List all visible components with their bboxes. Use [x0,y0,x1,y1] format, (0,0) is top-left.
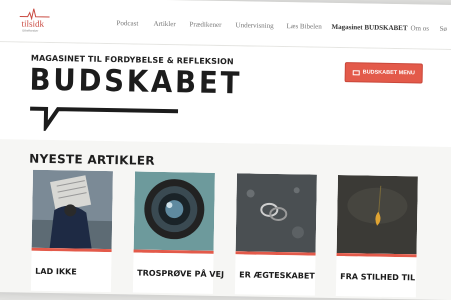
site-logo[interactable]: tilsidk Bibelforsker [19,6,50,35]
card-body: TROSPRØVE PÅ VEJ [132,252,224,294]
logo-wordmark: tilsidk [21,18,45,29]
logo-subtitle: Bibelforsker [22,28,39,33]
article-card[interactable]: ER ÆGTESKABET [234,173,317,296]
magazine-hero: MAGASINET TIL FORDYBELSE & REFLEKSION BU… [0,41,451,148]
card-body: ER ÆGTESKABET [234,254,316,296]
budskabet-menu-button[interactable]: BUDSKABET MENU [344,62,423,84]
article-title[interactable]: ER ÆGTESKABET [239,270,315,280]
nav-item-om-os[interactable]: Om os [410,24,429,32]
article-card[interactable]: TROSPRØVE PÅ VEJ [132,171,224,294]
article-image-rings[interactable] [235,173,317,253]
speech-bubble-underline-icon [30,106,179,134]
nav-item-artikler[interactable]: Artikler [153,20,175,28]
article-card[interactable]: LAD IKKE [30,169,113,293]
magazine-title: BUDSKABET [29,62,243,102]
nav-item-laes-bibelen[interactable]: Læs Bibelen [286,22,321,31]
article-title[interactable]: TROSPRØVE PÅ VEJ [137,269,224,280]
card-body: FRA STILHED TIL [335,256,417,298]
card-body: LAD IKKE [30,250,112,293]
article-image-camera-lens[interactable] [133,171,215,251]
nav-item-undervisning[interactable]: Undervisning [235,21,273,30]
nav-item-podcast[interactable]: Podcast [116,19,138,27]
menu-button-label: BUDSKABET MENU [362,69,415,77]
nav-item-soeg[interactable]: Sø [439,25,447,33]
article-card[interactable]: FRA STILHED TIL [335,175,418,298]
nav-item-praedikener[interactable]: Prædikener [189,20,221,29]
section-title: NYESTE ARTIKLER [29,151,155,168]
article-image-reader[interactable] [31,169,113,250]
article-title[interactable]: FRA STILHED TIL [340,272,415,282]
page: tilsidk Bibelforsker Podcast Artikler Pr… [0,0,451,300]
menu-icon [352,69,360,75]
article-title[interactable]: LAD IKKE [35,267,77,277]
article-image-leaf[interactable] [336,175,418,255]
nav-item-magasinet-budskabet[interactable]: Magasinet BUDSKABET [331,23,407,32]
